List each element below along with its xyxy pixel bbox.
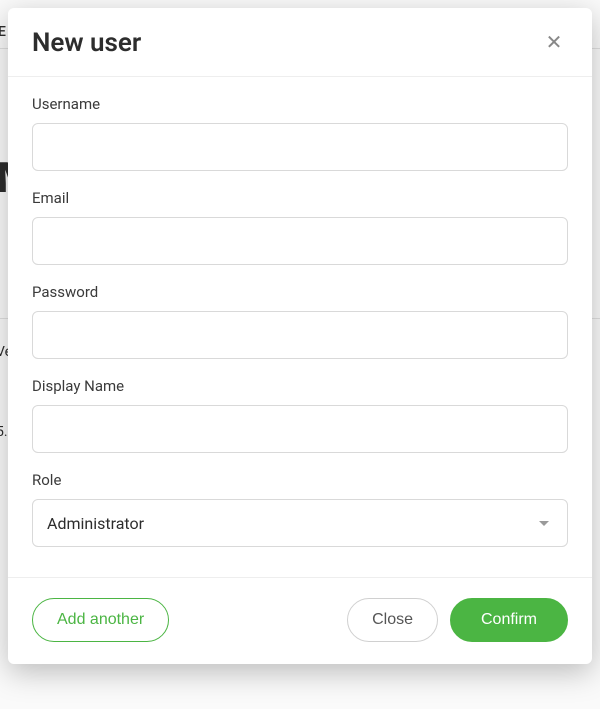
modal-footer: Add another Close Confirm xyxy=(8,577,592,664)
password-input[interactable] xyxy=(32,311,568,359)
chevron-down-icon xyxy=(539,521,549,526)
close-icon[interactable]: ✕ xyxy=(540,29,568,57)
role-select[interactable]: Administrator xyxy=(32,499,568,547)
field-password: Password xyxy=(32,283,568,359)
close-button[interactable]: Close xyxy=(347,598,438,642)
email-input[interactable] xyxy=(32,217,568,265)
password-label: Password xyxy=(32,283,568,301)
modal-header: New user ✕ xyxy=(8,8,592,77)
add-another-button[interactable]: Add another xyxy=(32,598,169,642)
username-input[interactable] xyxy=(32,123,568,171)
display-name-input[interactable] xyxy=(32,405,568,453)
role-label: Role xyxy=(32,471,568,489)
email-label: Email xyxy=(32,189,568,207)
role-selected-value: Administrator xyxy=(47,514,144,533)
display-name-label: Display Name xyxy=(32,377,568,395)
modal-body: Username Email Password Display Name Rol… xyxy=(8,77,592,577)
confirm-button[interactable]: Confirm xyxy=(450,598,568,642)
username-label: Username xyxy=(32,95,568,113)
field-username: Username xyxy=(32,95,568,171)
modal-title: New user xyxy=(32,28,141,58)
field-role: Role Administrator xyxy=(32,471,568,547)
new-user-modal: New user ✕ Username Email Password Displ… xyxy=(8,8,592,664)
field-email: Email xyxy=(32,189,568,265)
modal-overlay: New user ✕ Username Email Password Displ… xyxy=(0,0,600,709)
field-display-name: Display Name xyxy=(32,377,568,453)
